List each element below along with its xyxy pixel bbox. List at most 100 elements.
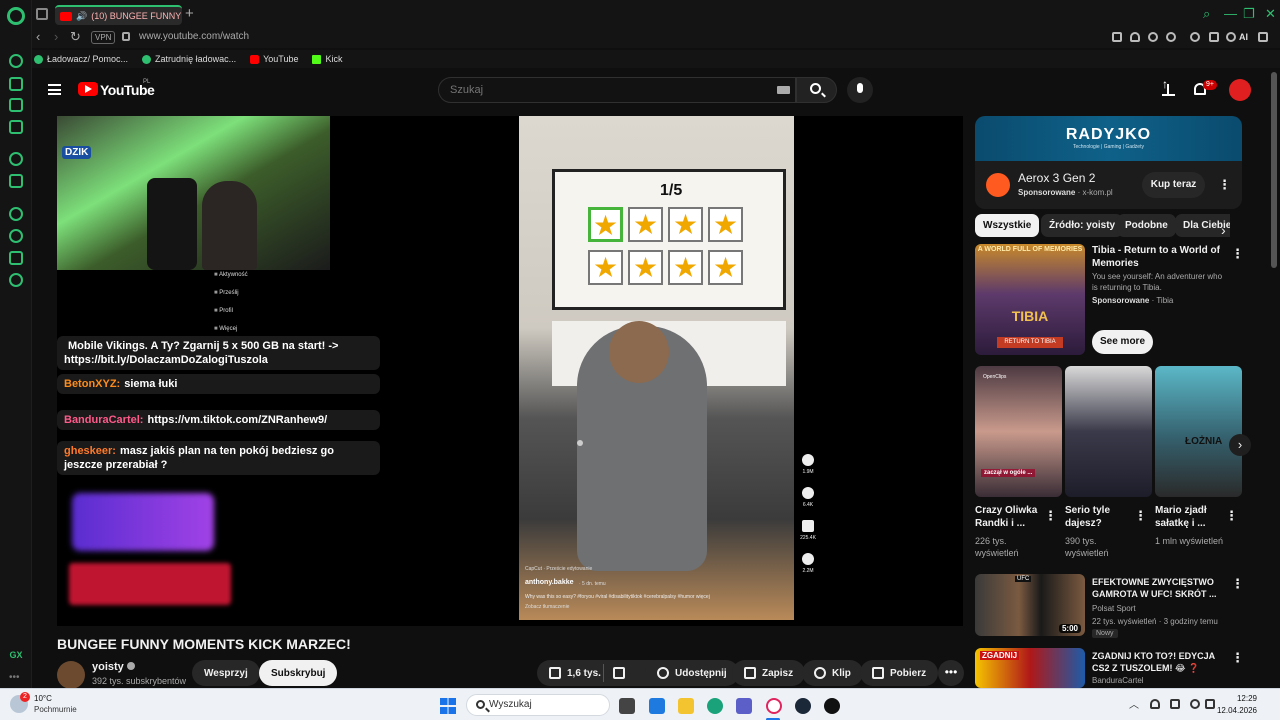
tibia-thumbnail[interactable]: A WORLD FULL OF MEMORIES TIBIA RETURN TO…	[975, 244, 1085, 355]
chevron-right-icon[interactable]: ›	[1221, 222, 1226, 238]
windows-start-icon[interactable]	[440, 698, 456, 714]
short-thumbnail[interactable]: OpenClips zaczął w ogóle ...	[975, 366, 1062, 497]
chevron-right-icon[interactable]: ›	[1229, 434, 1251, 456]
kebab-menu-icon[interactable]: ⋮	[1231, 576, 1244, 592]
buy-now-button[interactable]: Kup teraz	[1142, 172, 1205, 198]
thumbs-down-icon[interactable]	[613, 667, 625, 679]
reload-icon[interactable]: ↻	[70, 29, 81, 45]
tab-switcher-icon[interactable]	[36, 8, 48, 20]
tray-chevron-up-icon[interactable]: ︿	[1129, 696, 1139, 711]
youtube-logo-icon[interactable]	[78, 82, 98, 96]
short-thumbnail[interactable]	[1065, 366, 1152, 497]
opera-logo-icon[interactable]	[7, 7, 25, 25]
microphone-icon[interactable]	[1150, 699, 1160, 709]
heart-icon[interactable]	[1166, 32, 1176, 42]
monitor-app-icon[interactable]	[649, 698, 665, 714]
short-title[interactable]: Serio tyle dajesz?	[1065, 504, 1137, 530]
menu-icon[interactable]	[1258, 32, 1268, 42]
short-title[interactable]: Crazy Oliwka Randki i ...	[975, 504, 1047, 530]
kebab-menu-icon[interactable]: ⋮	[1044, 508, 1057, 524]
kebab-menu-icon[interactable]: ⋮	[1218, 177, 1231, 193]
search-button[interactable]	[796, 77, 837, 103]
gx-hot-tabs-icon[interactable]	[9, 98, 23, 112]
player-icon[interactable]	[9, 207, 23, 221]
weather-temperature[interactable]: 10°C	[34, 694, 52, 703]
short-thumbnail[interactable]: ŁOŻNIA	[1155, 366, 1242, 497]
video-thumbnail[interactable]: ZGADNIJ	[975, 648, 1085, 688]
video-title[interactable]: EFEKTOWNE ZWYCIĘSTWO GAMROTA W UFC! SKRÓ…	[1092, 576, 1227, 600]
wifi-icon[interactable]	[1190, 699, 1200, 709]
tab-youtube[interactable]: 🔊 (10) BUNGEE FUNNY MOMENTS KICK MARZEC!…	[55, 5, 182, 25]
bookmark-item[interactable]: Zatrudnię ładowac...	[142, 54, 236, 64]
task-view-icon[interactable]	[619, 698, 635, 714]
shield-icon[interactable]	[1130, 32, 1140, 42]
account-avatar[interactable]	[1229, 79, 1251, 101]
weather-description[interactable]: Pochmurnie	[34, 705, 77, 714]
see-more-button[interactable]: See more	[1092, 330, 1153, 354]
profile-icon[interactable]	[1190, 32, 1200, 42]
back-icon[interactable]: ‹	[36, 29, 40, 44]
more-dots-icon[interactable]: •••	[9, 672, 20, 683]
edge-icon[interactable]	[707, 698, 723, 714]
short-title[interactable]: Mario zjadł sałatkę i ...	[1155, 504, 1227, 530]
clock-date[interactable]: 12.04.2026	[1214, 706, 1257, 715]
keyboard-icon[interactable]	[777, 86, 790, 94]
clock-time[interactable]: 12:29	[1222, 694, 1257, 703]
speaker-icon[interactable]: 🔊	[76, 11, 87, 22]
more-actions-icon[interactable]: •••	[938, 660, 964, 686]
tibia-title[interactable]: Tibia - Return to a World of Memories	[1092, 244, 1227, 270]
ai-icon[interactable]	[1226, 32, 1236, 42]
file-explorer-icon[interactable]	[678, 698, 694, 714]
gx-control-icon[interactable]	[9, 54, 23, 68]
maximize-icon[interactable]: ❐	[1243, 6, 1255, 22]
share-button[interactable]: Udostępnij	[645, 660, 739, 686]
video-channel[interactable]: BanduraCartel	[1092, 676, 1144, 685]
clip-button[interactable]: Klip	[802, 660, 863, 686]
url-field[interactable]: www.youtube.com/watch	[139, 31, 249, 42]
snapshot-icon[interactable]	[1112, 32, 1122, 42]
new-tab-button[interactable]: +	[185, 5, 194, 22]
play-icon[interactable]	[1148, 32, 1158, 42]
kebab-menu-icon[interactable]: ⋮	[1231, 246, 1244, 262]
chip-all[interactable]: Wszystkie	[975, 214, 1040, 237]
ad-banner[interactable]: RADYJKO Technologie | Gaming | Gadżety	[975, 116, 1242, 161]
minimize-icon[interactable]: —	[1224, 6, 1237, 21]
steam-icon[interactable]	[795, 698, 811, 714]
bookmark-item[interactable]: YouTube	[250, 54, 298, 64]
video-player[interactable]: DZIK Aktywność Prześlij Profil Więcej Mo…	[57, 116, 963, 626]
ai-label[interactable]: AI	[1239, 32, 1248, 42]
bookmark-item[interactable]: Kick	[312, 54, 342, 64]
history-icon[interactable]	[9, 229, 23, 243]
bookmark-item[interactable]: Ładowacz/ Pomoc...	[34, 54, 128, 64]
vpn-badge[interactable]: VPN	[91, 31, 116, 44]
support-button[interactable]: Wesprzyj	[192, 660, 260, 686]
download-button[interactable]: Pobierz	[860, 660, 939, 686]
opera-gx-taskbar-icon[interactable]	[766, 698, 782, 714]
forward-icon[interactable]: ›	[54, 29, 58, 44]
lock-icon[interactable]	[122, 32, 130, 41]
download-icon[interactable]	[1209, 32, 1219, 42]
search-input[interactable]	[438, 77, 796, 103]
save-button[interactable]: Zapisz	[732, 660, 806, 686]
teams-icon[interactable]	[736, 698, 752, 714]
keyboard-icon[interactable]	[1170, 699, 1180, 709]
close-icon[interactable]: ✕	[1265, 6, 1276, 22]
twitch-icon[interactable]	[9, 174, 23, 188]
page-scrollbar[interactable]	[1271, 72, 1277, 268]
subscribe-button[interactable]: Subskrybuj	[259, 660, 338, 686]
kebab-menu-icon[interactable]: ⋮	[1225, 508, 1238, 524]
video-title[interactable]: ZGADNIJ KTO TO?! EDYCJA CS2 Z TUSZOLEM! …	[1092, 650, 1227, 674]
voice-search-button[interactable]	[847, 77, 873, 103]
video-channel[interactable]: Polsat Sport	[1092, 604, 1136, 613]
chip-source[interactable]: Źródło: yoisty	[1041, 214, 1124, 237]
video-thumbnail[interactable]: UFC 5:00	[975, 574, 1085, 636]
kebab-menu-icon[interactable]: ⋮	[1231, 650, 1244, 666]
settings-gear-icon[interactable]	[9, 273, 23, 287]
chatgpt-icon[interactable]	[9, 152, 23, 166]
kebab-menu-icon[interactable]: ⋮	[1134, 508, 1147, 524]
gx-player-icon[interactable]	[9, 77, 23, 91]
hamburger-menu-icon[interactable]	[48, 84, 61, 95]
extensions-icon[interactable]	[9, 251, 23, 265]
upload-icon[interactable]	[1162, 77, 1175, 96]
github-icon[interactable]	[824, 698, 840, 714]
